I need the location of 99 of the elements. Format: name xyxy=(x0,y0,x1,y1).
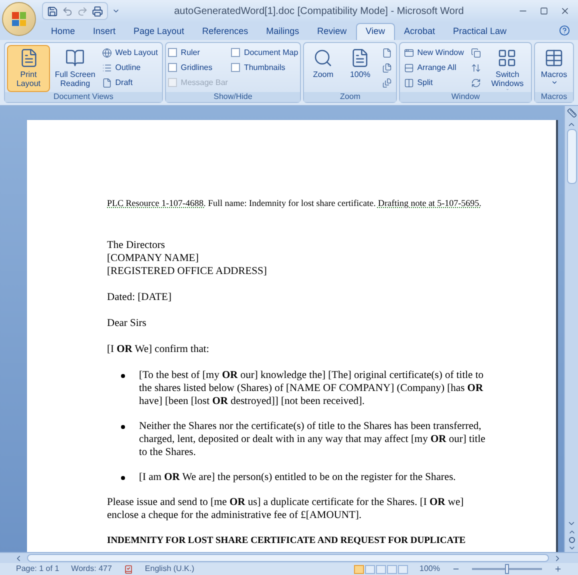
browse-object-icon[interactable] xyxy=(568,537,574,543)
next-page-icon[interactable] xyxy=(568,544,576,552)
rows-icon xyxy=(404,62,414,72)
window-icon xyxy=(404,48,414,58)
checkbox[interactable] xyxy=(230,48,240,57)
language-indicator[interactable]: English (U.K.) xyxy=(144,564,194,574)
print-preview-icon[interactable] xyxy=(92,6,103,16)
ribbon-button[interactable]: Full Screen Reading xyxy=(53,45,98,92)
paragraph: Dear Sirs xyxy=(107,317,148,330)
group-label: Zoom xyxy=(304,92,396,102)
book-icon xyxy=(65,48,86,68)
list-icon xyxy=(102,62,112,72)
ribbon-button[interactable]: Print Layout xyxy=(7,45,50,92)
bullet-icon xyxy=(121,476,125,480)
ribbon-button[interactable]: 100% xyxy=(343,45,378,92)
ribbon-tab[interactable]: Mailings xyxy=(257,23,308,40)
undo-icon[interactable] xyxy=(62,6,73,16)
page-icon xyxy=(18,48,38,68)
proofing-icon[interactable] xyxy=(124,564,133,574)
ribbon-button[interactable]: New Window xyxy=(402,45,466,60)
ribbon-button[interactable]: Outline xyxy=(100,60,160,75)
group-label: Macros xyxy=(535,92,573,102)
scroll-thumb[interactable] xyxy=(566,129,576,184)
group-label: Window xyxy=(400,92,531,102)
paragraph: Dated: [DATE] xyxy=(107,291,172,304)
checkbox[interactable] xyxy=(230,63,240,72)
save-icon[interactable] xyxy=(47,6,58,16)
checkbox-option[interactable]: Document Map xyxy=(230,45,298,60)
refresh-icon xyxy=(470,78,481,88)
address-line: [REGISTERED OFFICE ADDRESS] xyxy=(107,265,268,278)
table-icon xyxy=(544,48,564,68)
office-logo-icon xyxy=(12,12,26,26)
checkbox[interactable] xyxy=(168,63,177,72)
page-icon xyxy=(382,48,392,58)
note-text: PLC Resource 1-107-4688. xyxy=(107,198,206,208)
pages-icon xyxy=(382,78,392,88)
note-text: Drafting note at 5-107-5695. xyxy=(378,198,482,208)
checkbox-option[interactable]: Thumbnails xyxy=(230,60,298,75)
ribbon-tab[interactable]: References xyxy=(193,23,258,40)
maximize-icon[interactable] xyxy=(540,7,548,15)
scroll-down-icon[interactable] xyxy=(567,519,576,528)
paragraph: [I OR We] confirm that: xyxy=(107,343,210,356)
help-icon[interactable] xyxy=(559,25,570,36)
ribbon-tab[interactable]: Home xyxy=(42,23,84,40)
pages-icon xyxy=(382,62,392,72)
bullet-icon xyxy=(121,374,125,378)
address-line: [COMPANY NAME] xyxy=(107,252,200,265)
section-heading: INDEMNITY FOR LOST SHARE CERTIFICATE AND REQUEST FOR DUPLICATE xyxy=(107,535,467,548)
group-label: Document Views xyxy=(5,92,162,102)
checkbox[interactable] xyxy=(168,48,177,57)
redo-icon[interactable] xyxy=(77,6,88,16)
bullet-text: [I am OR We are] the person(s) entitled to be on the register for the Shares. xyxy=(139,471,456,484)
zoom-slider-thumb[interactable] xyxy=(505,564,509,574)
ribbon-button[interactable]: Draft xyxy=(100,75,160,90)
customize-icon[interactable] xyxy=(112,7,120,15)
ribbon-button[interactable]: Split xyxy=(402,75,466,90)
ruler-icon[interactable] xyxy=(566,108,576,118)
ribbon-tab[interactable]: Acrobat xyxy=(395,23,444,40)
globe-icon xyxy=(102,48,112,58)
note-text: Full name: Indemnity for lost share certificate. xyxy=(208,198,376,208)
vertical-scrollbar[interactable] xyxy=(564,106,578,552)
copy-icon xyxy=(470,48,481,58)
bullet-text: Neither the Shares nor the certificate(s) of title to the Shares has been transferred, charged, lent, deposited or dealt with in any way that may affect [my OR our] title to the Shares. xyxy=(139,420,486,459)
window-title: autoGeneratedWord[1].doc [Compatibility Mode] - Microsoft Word xyxy=(173,4,465,18)
zoom-level[interactable]: 100% xyxy=(420,564,440,574)
ribbon-tab[interactable]: Page Layout xyxy=(124,23,194,40)
previous-page-icon[interactable] xyxy=(568,528,576,536)
ribbon-button[interactable]: Switch Windows xyxy=(486,45,529,92)
document-icon xyxy=(102,78,112,88)
scroll-up-icon[interactable] xyxy=(567,120,576,129)
address-line: The Directors xyxy=(107,239,166,252)
arrows-icon xyxy=(470,62,481,72)
scroll-right-icon[interactable] xyxy=(553,554,562,562)
ribbon-tab[interactable]: Practical Law xyxy=(444,23,516,40)
checkbox-option[interactable]: Ruler xyxy=(168,45,228,60)
word-count[interactable]: Words: 477 xyxy=(71,564,112,574)
ribbon-button[interactable]: Zoom xyxy=(306,45,340,92)
checkbox-option[interactable]: Gridlines xyxy=(168,60,228,75)
ribbon-tab[interactable]: Review xyxy=(308,23,356,40)
grid-icon xyxy=(497,48,518,68)
office-button[interactable] xyxy=(2,2,36,36)
zoom-in-icon[interactable] xyxy=(554,565,562,573)
ribbon-button[interactable]: Web Layout xyxy=(100,45,160,60)
scroll-left-icon[interactable] xyxy=(14,554,23,562)
ribbon-tab[interactable]: Insert xyxy=(84,23,125,40)
horizontal-scrollbar[interactable] xyxy=(0,552,578,563)
columns-icon xyxy=(404,78,414,88)
scroll-thumb[interactable] xyxy=(27,554,549,562)
bullet-icon xyxy=(121,425,125,429)
ribbon-button[interactable]: Macros xyxy=(537,45,571,92)
page-icon xyxy=(350,48,370,68)
ribbon-tab[interactable]: View xyxy=(356,23,395,40)
magnifier-icon xyxy=(313,48,334,68)
ribbon-button[interactable]: Arrange All xyxy=(402,60,466,75)
page-count[interactable]: Page: 1 of 1 xyxy=(16,564,60,574)
bullet-text: [To the best of [my OR our] knowledge the] [The] original certificate(s) of title to the shares listed below (Shares) of [NAME OF COMPANY] (Company) [has OR have] [been [lost OR destroyed]] [not been received]. xyxy=(139,369,484,408)
close-icon[interactable] xyxy=(560,6,570,16)
group-label: Show/Hide xyxy=(166,92,300,102)
paragraph: Please issue and send to [me OR us] a duplicate certificate for the Shares. [I OR we] enclose a cheque for the administrative fee of £[AMOUNT]. xyxy=(107,496,465,522)
